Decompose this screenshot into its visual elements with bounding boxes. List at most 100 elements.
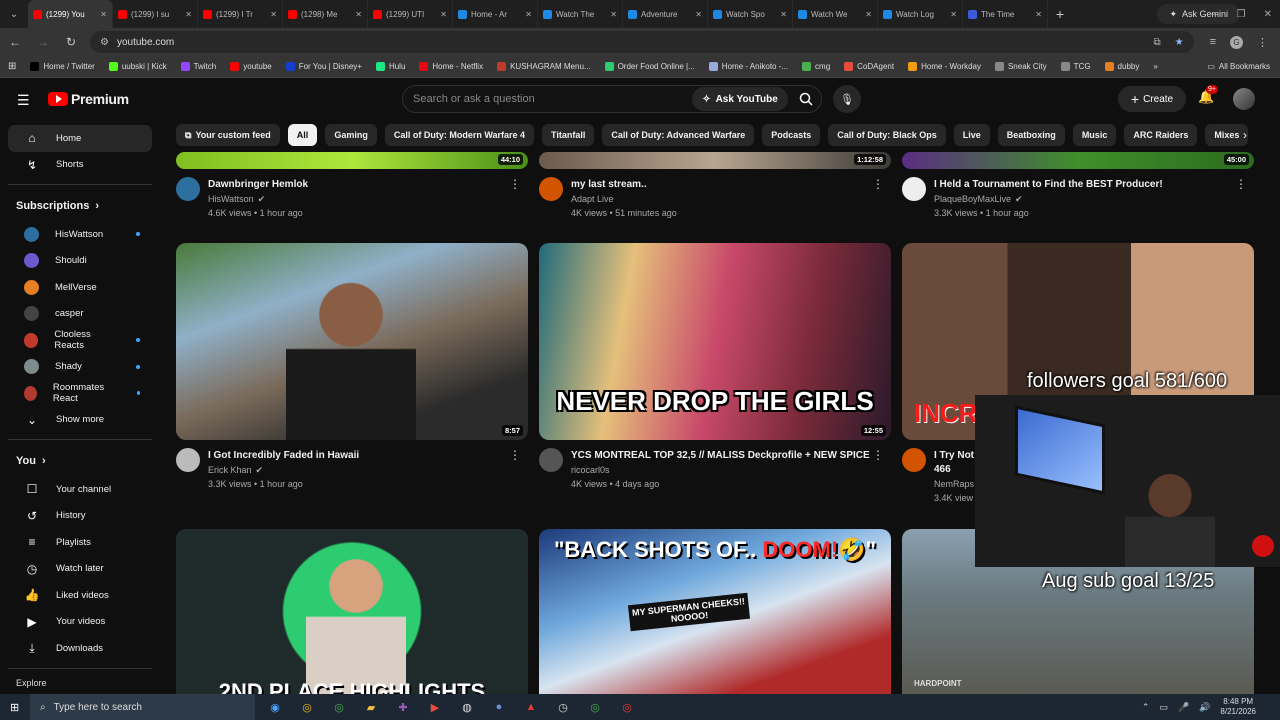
more-options-icon[interactable]: ⋮: [509, 177, 521, 191]
maximize-icon[interactable]: ❐: [1237, 9, 1246, 20]
install-icon[interactable]: ⧉: [1153, 37, 1160, 48]
bookmark-item[interactable]: Home - Workday: [908, 62, 981, 71]
forward-icon[interactable]: →: [34, 35, 52, 49]
sidebar-item-watch-later[interactable]: ◷ Watch later: [8, 556, 152, 583]
sidebar-item-hiswattson[interactable]: HisWattson: [8, 221, 152, 248]
network-icon[interactable]: ▭: [1159, 702, 1168, 713]
taskview-icon[interactable]: ◉: [263, 694, 287, 720]
sidebar-item-history[interactable]: ↺ History: [8, 503, 152, 530]
notifications-button[interactable]: 🔔 9+: [1198, 85, 1218, 105]
chrome-icon[interactable]: ◎: [327, 694, 351, 720]
filter-chip[interactable]: Mixes: [1205, 124, 1249, 146]
volume-icon[interactable]: 🔊: [1199, 702, 1210, 713]
obs-icon[interactable]: ◍: [455, 694, 479, 720]
filter-chip[interactable]: Music: [1072, 124, 1117, 146]
profile-icon[interactable]: G: [1230, 35, 1243, 49]
browser-tab[interactable]: (1298) Me ✕: [283, 0, 368, 28]
browser-tab[interactable]: Adventure ✕: [623, 0, 708, 28]
channel-name[interactable]: ricocarl0s: [571, 465, 610, 475]
video-thumbnail[interactable]: 45:00: [902, 152, 1254, 169]
chrome-icon[interactable]: ◎: [583, 694, 607, 720]
browser-tab[interactable]: Watch Log ✕: [878, 0, 963, 28]
tab-close-icon[interactable]: ✕: [270, 10, 277, 19]
bookmark-item[interactable]: Home - Anikoto -...: [708, 62, 788, 71]
tab-close-icon[interactable]: ✕: [185, 10, 192, 19]
chrome-icon[interactable]: ◎: [615, 694, 639, 720]
browser-tab[interactable]: (1299) I su ✕: [113, 0, 198, 28]
folder-icon[interactable]: ▰: [359, 694, 383, 720]
channel-name[interactable]: Adapt Live: [571, 194, 614, 204]
bookmark-item[interactable]: Sneak City: [994, 62, 1047, 71]
sidebar-item-shouldi[interactable]: Shouldi: [8, 248, 152, 275]
sidebar-item-shorts[interactable]: ↯ Shorts: [8, 152, 152, 179]
bookmark-item[interactable]: Order Food Online |...: [604, 62, 695, 71]
sidebar-item-downloads[interactable]: ⤓ Downloads: [8, 635, 152, 662]
filter-chip[interactable]: All: [287, 124, 318, 146]
tab-close-icon[interactable]: ✕: [610, 10, 617, 19]
bookmark-item[interactable]: uubski | Kick: [108, 62, 167, 71]
tab-close-icon[interactable]: ✕: [100, 10, 107, 19]
bookmark-item[interactable]: Twitch: [180, 62, 216, 71]
channel-name[interactable]: PlaqueBoyMaxLive ✔: [934, 194, 1023, 205]
hamburger-menu-icon[interactable]: ☰: [17, 92, 30, 109]
video-thumbnail[interactable]: 2ND PLACE HIGHLIGHTS: [176, 529, 528, 694]
close-window-icon[interactable]: ✕: [1264, 9, 1272, 20]
bookmark-item[interactable]: Home - Netflix: [419, 62, 483, 71]
tab-close-icon[interactable]: ✕: [440, 10, 447, 19]
clock-app-icon[interactable]: ◷: [551, 694, 575, 720]
app-icon[interactable]: ●: [487, 694, 511, 720]
filter-chip[interactable]: Call of Duty: Advanced Warfare: [602, 124, 755, 146]
more-options-icon[interactable]: ⋮: [509, 448, 521, 462]
chips-next-arrow-icon[interactable]: ›: [1243, 128, 1247, 142]
filter-chip[interactable]: Live: [953, 124, 990, 146]
bookmark-item[interactable]: TCG: [1060, 62, 1091, 71]
video-title[interactable]: I Held a Tournament to Find the BEST Pro…: [934, 178, 1234, 192]
browser-tab[interactable]: (1299) UTI ✕: [368, 0, 453, 28]
channel-avatar[interactable]: [176, 177, 200, 201]
more-bookmarks-icon[interactable]: »: [1153, 62, 1157, 71]
sidebar-item-your-channel[interactable]: ☐ Your channel: [8, 476, 152, 503]
browser-tab[interactable]: Watch We ✕: [793, 0, 878, 28]
filter-chip[interactable]: Podcasts: [762, 124, 821, 146]
bookmark-item[interactable]: cmg: [802, 62, 830, 71]
apps-icon[interactable]: ⊞: [8, 61, 16, 72]
sidebar-item-casper[interactable]: casper: [8, 301, 152, 328]
video-title[interactable]: YCS MONTREAL TOP 32,5 // MALISS Deckprof…: [571, 449, 871, 463]
back-icon[interactable]: ←: [6, 35, 24, 49]
video-title[interactable]: Dawnbringer Hemlok: [208, 178, 508, 192]
channel-avatar[interactable]: [539, 448, 563, 472]
minimize-icon[interactable]: —: [1209, 9, 1219, 20]
video-thumbnail[interactable]: "BACK SHOTS OF.. DOOM!🤣" MY SUPERMAN CHE…: [539, 529, 891, 694]
show-more-button[interactable]: ⌄ Show more: [8, 407, 152, 434]
voice-search-button[interactable]: 🎙: [833, 85, 861, 113]
mic-tray-icon[interactable]: 🎤: [1178, 702, 1189, 713]
all-bookmarks[interactable]: ▭ All Bookmarks: [1207, 62, 1280, 71]
sidebar-item-your-videos[interactable]: ▶ Your videos: [8, 609, 152, 636]
create-button[interactable]: + Create: [1118, 86, 1186, 112]
filter-chip[interactable]: Gaming: [325, 124, 377, 146]
bookmark-item[interactable]: For You | Disney+: [285, 62, 362, 71]
bookmark-item[interactable]: CoDAgent: [844, 62, 894, 71]
tab-close-icon[interactable]: ✕: [865, 10, 872, 19]
you-heading[interactable]: You ›: [0, 446, 160, 476]
bookmark-item[interactable]: KUSHAGRAM Menu...: [497, 62, 591, 71]
browser-tab[interactable]: Home - Ar ✕: [453, 0, 538, 28]
tab-close-icon[interactable]: ✕: [950, 10, 957, 19]
sidebar-item-mellverse[interactable]: MellVerse: [8, 274, 152, 301]
video-thumbnail[interactable]: 1:12:58: [539, 152, 891, 169]
sidebar-item-shady[interactable]: Shady: [8, 354, 152, 381]
channel-avatar[interactable]: [539, 177, 563, 201]
browser-tab[interactable]: Watch Spo ✕: [708, 0, 793, 28]
tab-close-icon[interactable]: ✕: [695, 10, 702, 19]
gamepad-icon[interactable]: ✚: [391, 694, 415, 720]
channel-avatar[interactable]: [902, 448, 926, 472]
sidebar-item-liked-videos[interactable]: 👍 Liked videos: [8, 582, 152, 609]
browser-tab[interactable]: (1299) I Tr ✕: [198, 0, 283, 28]
tab-close-icon[interactable]: ✕: [355, 10, 362, 19]
clock[interactable]: 8:48 PM 8/21/2026: [1220, 697, 1256, 717]
search-button[interactable]: [792, 87, 820, 111]
more-options-icon[interactable]: ⋮: [1235, 177, 1247, 191]
video-title[interactable]: I Got Incredibly Faded in Hawaii: [208, 449, 508, 463]
video-thumbnail[interactable]: NEVER DROP THE GIRLS 12:55: [539, 243, 891, 440]
media-player-icon[interactable]: ▶: [423, 694, 447, 720]
